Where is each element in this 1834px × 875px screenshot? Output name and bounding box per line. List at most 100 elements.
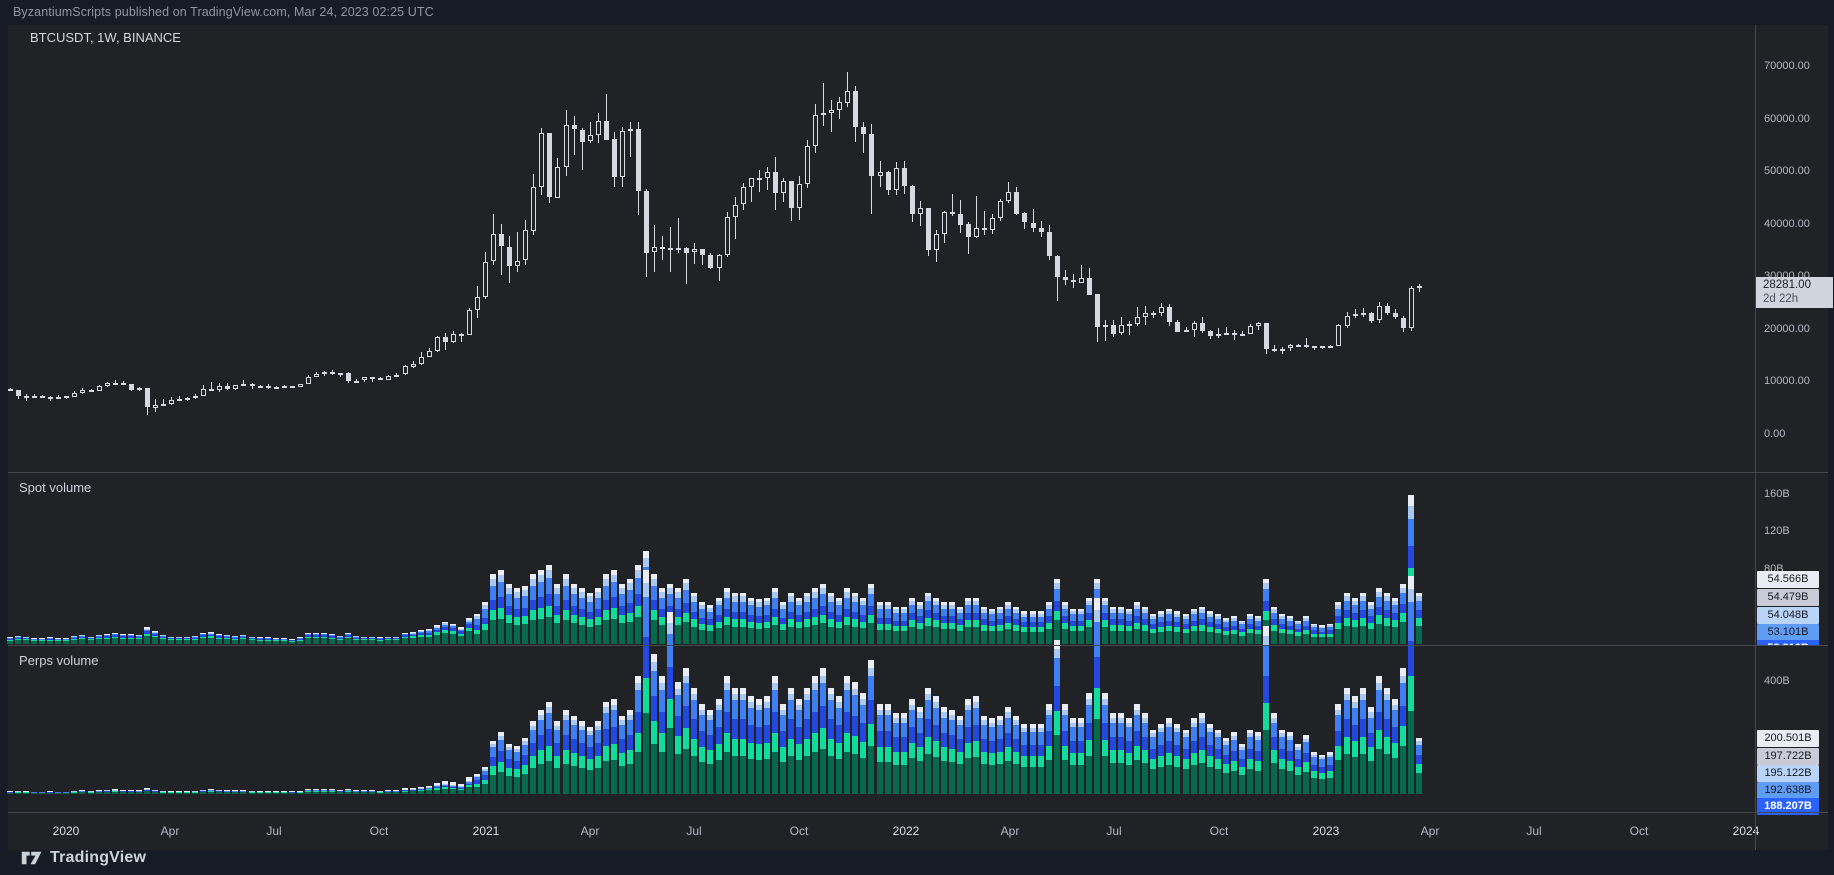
price-axis-scale[interactable] <box>0 0 72 787</box>
volume-segment <box>1247 769 1253 794</box>
volume-segment <box>933 620 939 628</box>
spot-volume-bar <box>844 588 850 644</box>
spot-volume-bar <box>273 638 279 644</box>
volume-segment <box>1400 683 1406 706</box>
spot-volume-bar <box>232 635 238 644</box>
spot-volume-bar <box>15 635 21 644</box>
candle-down <box>773 172 778 193</box>
volume-segment <box>965 627 971 644</box>
candle-wick <box>694 243 695 264</box>
volume-segment <box>740 719 746 739</box>
perps-volume-bar <box>772 676 778 794</box>
candle-up <box>1143 313 1148 317</box>
time-tick-label: Apr <box>1420 824 1440 838</box>
spot-volume-bar <box>868 583 874 644</box>
perps-volume-bar <box>675 682 681 794</box>
volume-segment <box>852 611 858 620</box>
tradingview-logo[interactable]: TradingView <box>21 849 146 867</box>
spot-volume-bar <box>1013 606 1019 644</box>
volume-segment <box>1094 719 1100 794</box>
volume-segment <box>273 641 279 644</box>
volume-segment <box>55 793 61 794</box>
candle-up <box>1103 325 1108 327</box>
volume-segment <box>724 608 730 618</box>
volume-segment <box>941 733 947 748</box>
volume-segment <box>965 742 971 758</box>
spot-volume-bar <box>530 574 536 644</box>
perps-volume-bar <box>337 789 343 794</box>
volume-segment <box>1110 612 1116 620</box>
volume-segment <box>1416 617 1422 626</box>
volume-segment <box>901 631 907 644</box>
spot-volume-bar <box>732 592 738 644</box>
candle-up <box>314 374 319 377</box>
volume-segment <box>47 640 53 644</box>
volume-segment <box>353 792 359 794</box>
spot-volume-bar <box>55 638 61 644</box>
volume-segment <box>498 618 504 644</box>
spot-volume-bar <box>651 574 657 644</box>
volume-segment <box>756 759 762 794</box>
perps-volume-bar <box>1207 724 1213 794</box>
spot-volume-bar <box>426 629 432 644</box>
volume-segment <box>1134 745 1140 760</box>
volume-segment <box>538 574 544 583</box>
volume-segment <box>732 700 738 720</box>
volume-segment <box>651 579 657 587</box>
spot-volume-bar <box>112 632 118 644</box>
volume-segment <box>1376 690 1382 712</box>
volume-segment <box>1255 770 1261 794</box>
volume-segment <box>1199 612 1205 620</box>
pane-divider[interactable] <box>8 472 1828 473</box>
spot-volume-bar <box>675 588 681 644</box>
volume-segment <box>877 609 883 618</box>
spot-volume-bar <box>96 634 102 644</box>
volume-segment <box>707 735 713 751</box>
volume-segment <box>611 710 617 728</box>
chart-plot-area[interactable]: 70000.00 60000.00 50000.00 40000.00 30000.00… <box>0 0 1834 875</box>
perps-volume-bar <box>844 676 850 794</box>
volume-segment <box>1392 742 1398 758</box>
volume-segment <box>691 700 697 720</box>
volume-segment <box>828 719 834 739</box>
volume-segment <box>1126 727 1132 742</box>
volume-segment <box>691 755 697 794</box>
candle-up <box>829 110 834 113</box>
spot-volume-bar <box>1134 602 1140 644</box>
time-tick-label: 2021 <box>472 824 500 838</box>
volume-segment <box>659 676 665 684</box>
spot-volume-bar <box>893 606 899 644</box>
perps-volume-bar <box>498 732 504 794</box>
volume-segment <box>1392 727 1398 743</box>
time-tick-label: Oct <box>789 824 809 838</box>
volume-segment <box>563 763 569 794</box>
candle-down <box>40 396 45 398</box>
candle-down <box>1087 278 1092 295</box>
volume-segment <box>1311 636 1317 644</box>
volume-segment <box>691 738 697 756</box>
candle-up <box>274 387 279 389</box>
spot-volume-bar <box>128 633 134 644</box>
volume-segment <box>844 676 850 684</box>
volume-segment <box>1416 763 1422 773</box>
perps-volume-bar <box>1416 738 1422 794</box>
volume-segment <box>965 613 971 621</box>
volume-segment <box>506 614 512 624</box>
volume-segment <box>377 640 383 644</box>
volume-segment <box>329 638 335 644</box>
perps-volume-bar <box>619 715 625 794</box>
candle-down <box>612 139 617 177</box>
volume-segment <box>522 607 528 617</box>
volume-segment <box>1174 744 1180 757</box>
candle-up <box>64 396 69 398</box>
candle-down <box>16 390 21 396</box>
candle-up <box>258 386 263 388</box>
volume-segment <box>595 608 601 618</box>
spot-volume-bar <box>458 627 464 644</box>
volume-segment <box>627 750 633 764</box>
pane-divider[interactable] <box>8 645 1828 646</box>
volume-segment <box>88 640 94 644</box>
volume-segment <box>627 720 633 736</box>
time-tick-label: Apr <box>160 824 180 838</box>
volume-segment <box>804 611 810 620</box>
